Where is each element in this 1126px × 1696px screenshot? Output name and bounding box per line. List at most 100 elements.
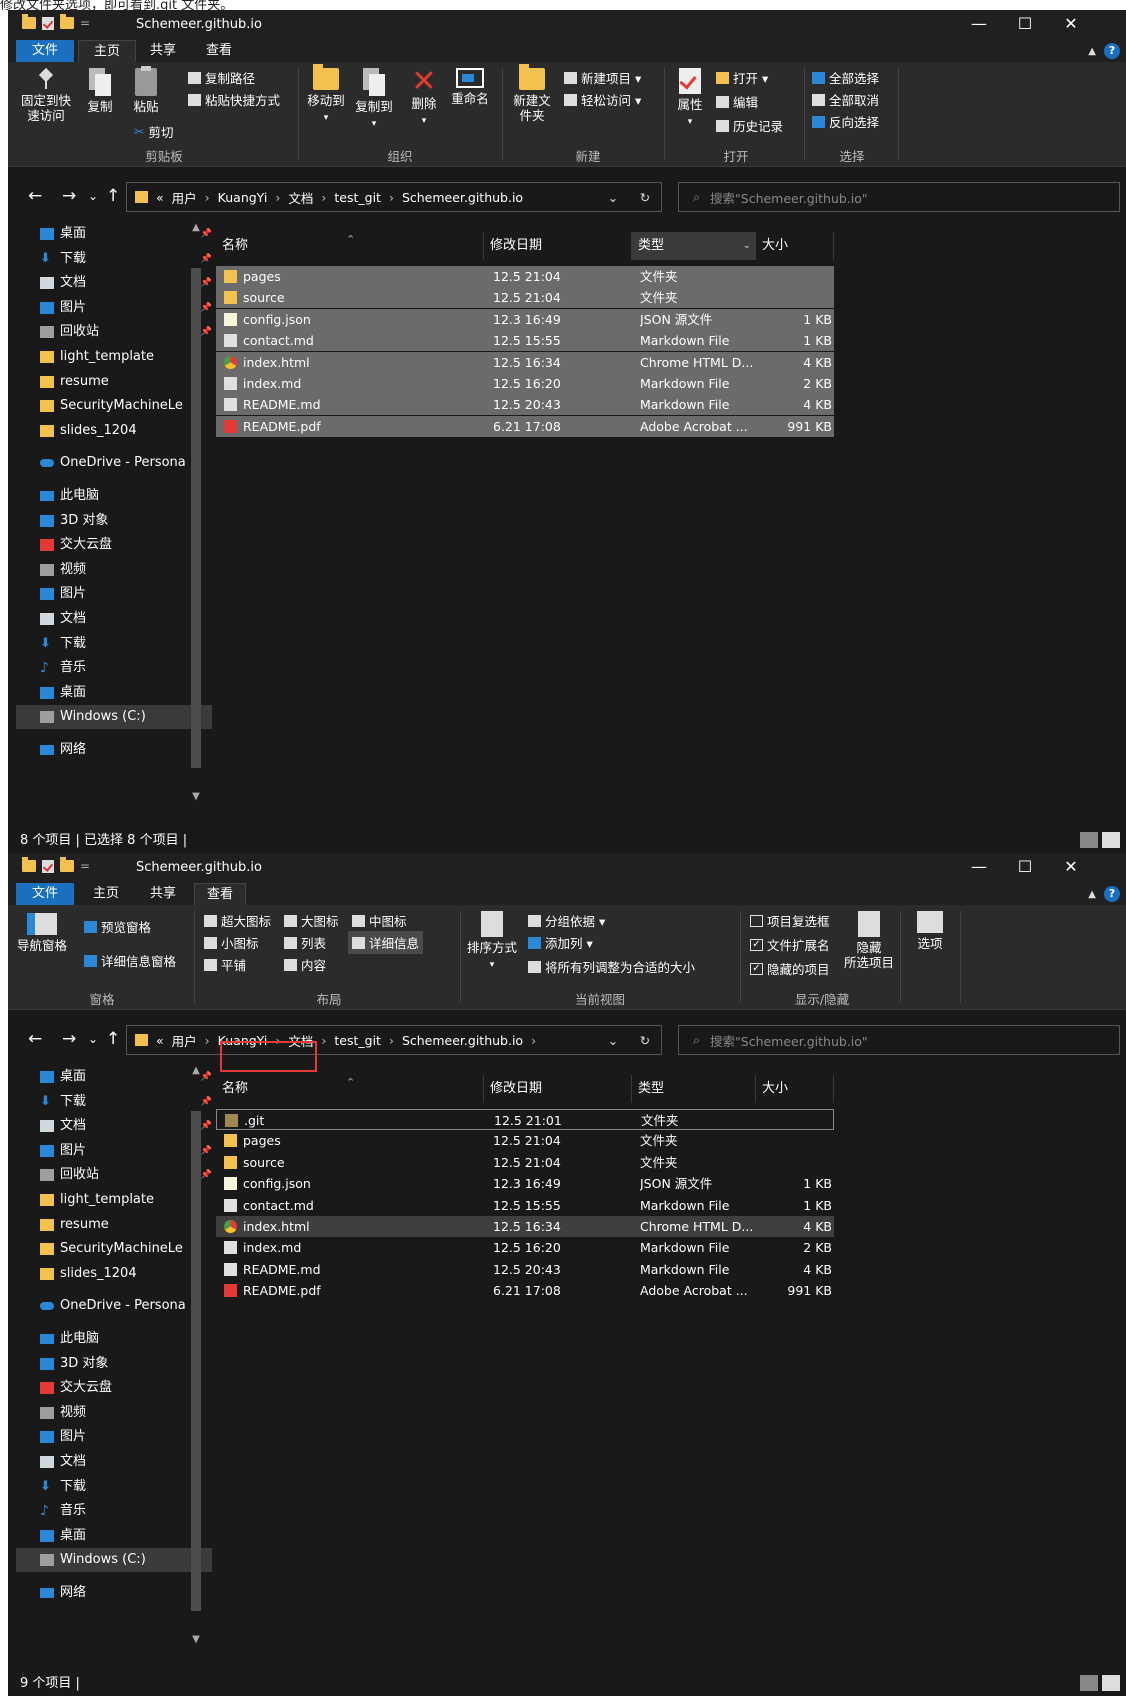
help-icon[interactable]: ? [1104, 43, 1120, 59]
nav-item[interactable]: 图片 📌 [16, 296, 212, 320]
nav-item[interactable]: OneDrive - Persona [16, 451, 212, 475]
column-type[interactable]: 类型 [632, 1075, 756, 1103]
search-input[interactable]: ⌕ 搜索"Schemeer.github.io" [678, 1025, 1120, 1055]
nav-item[interactable]: ♪ 音乐 [16, 1499, 212, 1523]
qat-customize[interactable]: = [80, 859, 90, 873]
pin-quick-access-button[interactable]: 固定到快速访问 [18, 68, 74, 123]
back-button[interactable]: ← [28, 1029, 42, 1049]
nav-item[interactable]: ⬇ 下载 📌 [16, 1090, 212, 1114]
options-button[interactable]: 选项 [908, 911, 952, 951]
small-icons-button[interactable]: 小图标 [204, 933, 259, 952]
file-row[interactable]: pages 12.5 21:04 文件夹 [216, 1130, 834, 1151]
add-columns-button[interactable]: 添加列 ▾ [528, 933, 593, 952]
move-to-button[interactable]: 移动到 ▾ [304, 64, 348, 126]
forward-button[interactable]: → [62, 1029, 76, 1049]
content-button[interactable]: 内容 [284, 955, 326, 974]
close-button[interactable]: ✕ [1056, 857, 1086, 876]
collapse-ribbon-icon[interactable]: ▲ [1088, 889, 1096, 900]
nav-item[interactable]: 网络 [16, 738, 212, 762]
properties-check-icon[interactable] [42, 859, 54, 873]
minimize-button[interactable]: — [964, 14, 994, 33]
pin-icon[interactable]: 📌 [201, 1114, 212, 1138]
pin-icon[interactable]: 📌 [201, 296, 212, 320]
address-input[interactable]: « 用户 › KuangYi › 文档 › test_git › Schemeer.gi… [126, 182, 662, 212]
file-row[interactable]: index.md 12.5 16:20 Markdown File 2 KB [216, 373, 834, 394]
properties-button[interactable]: 属性 ▾ [672, 68, 708, 130]
column-date[interactable]: 修改日期 [484, 1075, 632, 1103]
nav-item[interactable]: slides_1204 [16, 419, 212, 443]
breadcrumb-current[interactable]: Schemeer.github.io [402, 190, 523, 205]
pin-icon[interactable]: 📌 [201, 247, 212, 271]
nav-item[interactable]: OneDrive - Persona [16, 1294, 212, 1318]
column-date[interactable]: 修改日期 [484, 232, 632, 260]
copy-path-button[interactable]: 复制路径 [188, 68, 255, 87]
address-dropdown-icon[interactable]: ⌄ [597, 190, 629, 205]
invert-selection-button[interactable]: 反向选择 [812, 112, 879, 131]
new-folder-button[interactable]: 新建文件夹 [508, 64, 556, 123]
nav-item[interactable]: slides_1204 [16, 1262, 212, 1286]
minimize-button[interactable]: — [964, 857, 994, 876]
close-button[interactable]: ✕ [1056, 14, 1086, 33]
search-input[interactable]: ⌕ 搜索"Schemeer.github.io" [678, 182, 1120, 212]
nav-scrollbar[interactable]: ▲ ▼ [190, 222, 202, 802]
refresh-icon[interactable]: ↻ [629, 190, 661, 205]
list-button[interactable]: 列表 [284, 933, 326, 952]
forward-button[interactable]: → [62, 186, 76, 206]
pin-icon[interactable]: 📌 [201, 1139, 212, 1163]
nav-item[interactable]: ♪ 音乐 [16, 656, 212, 680]
nav-item[interactable]: 文档 [16, 607, 212, 631]
maximize-button[interactable]: ☐ [1010, 857, 1040, 876]
column-filter-icon[interactable]: ⌄ [743, 232, 751, 260]
scroll-thumb[interactable] [191, 1111, 201, 1611]
nav-item[interactable]: 图片 [16, 1425, 212, 1449]
nav-item[interactable]: 文档 📌 [16, 1114, 212, 1138]
paste-button[interactable]: 粘贴 [126, 66, 166, 114]
scroll-down-icon[interactable]: ▼ [190, 791, 202, 802]
tab-file[interactable]: 文件 [16, 40, 74, 62]
copy-button[interactable]: 复制 [80, 68, 120, 114]
edit-button[interactable]: 编辑 [716, 92, 758, 111]
tab-file[interactable]: 文件 [16, 883, 74, 905]
tab-home[interactable]: 主页 [78, 40, 136, 63]
scroll-down-icon[interactable]: ▼ [190, 1634, 202, 1645]
nav-item[interactable]: 图片 [16, 582, 212, 606]
nav-item[interactable]: resume [16, 1213, 212, 1237]
file-row[interactable]: contact.md 12.5 15:55 Markdown File 1 KB [216, 330, 834, 352]
file-row[interactable]: pages 12.5 21:04 文件夹 [216, 266, 834, 287]
fit-columns-button[interactable]: 将所有列调整为合适的大小 [528, 957, 695, 976]
pin-icon[interactable]: 📌 [201, 1090, 212, 1114]
nav-item[interactable]: 交大云盘 [16, 533, 212, 557]
folder-icon[interactable] [22, 14, 36, 29]
pin-icon[interactable]: 📌 [201, 271, 212, 295]
column-name[interactable]: 名称 ⌃ [216, 1075, 484, 1103]
file-row[interactable]: .git 12.5 21:01 文件夹 [216, 1109, 834, 1130]
refresh-icon[interactable]: ↻ [629, 1033, 661, 1048]
tab-share[interactable]: 共享 [138, 40, 188, 62]
hidden-items-toggle[interactable]: ✓ 隐藏的项目 [750, 959, 830, 978]
nav-item[interactable]: 此电脑 [16, 1327, 212, 1351]
maximize-button[interactable]: ☐ [1010, 14, 1040, 33]
easy-access-button[interactable]: 轻松访问 ▾ [564, 90, 641, 109]
nav-item[interactable]: ⬇ 下载 [16, 1475, 212, 1499]
nav-item[interactable]: 此电脑 [16, 484, 212, 508]
nav-item[interactable]: 视频 [16, 1401, 212, 1425]
up-button[interactable]: ↑ [106, 186, 120, 206]
tab-share[interactable]: 共享 [138, 883, 188, 905]
file-row[interactable]: source 12.5 21:04 文件夹 [216, 287, 834, 309]
folder-icon[interactable] [22, 857, 36, 872]
nav-item[interactable]: Windows (C:) [16, 1548, 212, 1573]
file-row[interactable]: index.html 12.5 16:34 Chrome HTML D... 4 KB [216, 1216, 834, 1237]
nav-item[interactable]: 桌面 📌 [16, 1065, 212, 1089]
nav-item[interactable]: 3D 对象 [16, 1352, 212, 1376]
nav-item[interactable]: 3D 对象 [16, 509, 212, 533]
file-row[interactable]: README.pdf 6.21 17:08 Adobe Acrobat ... 991… [216, 415, 834, 437]
pin-icon[interactable]: 📌 [201, 1065, 212, 1089]
nav-item[interactable]: SecurityMachineLe [16, 394, 212, 418]
breadcrumb-test-git[interactable]: test_git [334, 1033, 381, 1048]
file-row[interactable]: index.md 12.5 16:20 Markdown File 2 KB [216, 1237, 834, 1258]
delete-button[interactable]: ✕ 删除 ▾ [406, 67, 442, 129]
cut-button[interactable]: ✂ 剪切 [134, 122, 174, 141]
file-row[interactable]: config.json 12.3 16:49 JSON 源文件 1 KB [216, 1173, 834, 1194]
breadcrumb-current[interactable]: Schemeer.github.io [402, 1033, 523, 1048]
address-overflow[interactable]: « [156, 1033, 164, 1048]
